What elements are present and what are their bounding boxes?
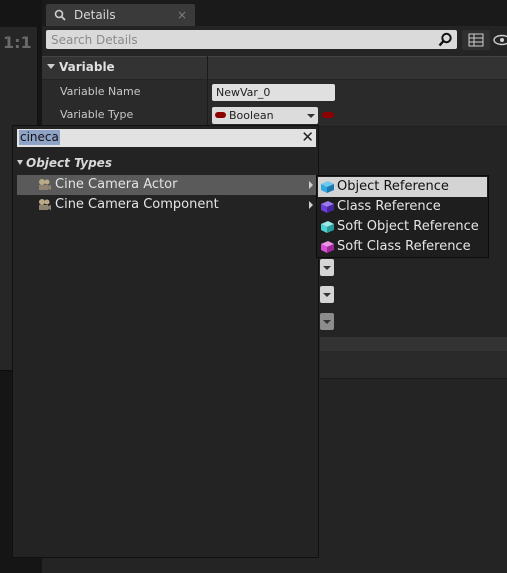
section-separator <box>320 337 507 351</box>
category-object-types[interactable]: Object Types <box>17 156 112 170</box>
clear-search-button[interactable]: ✕ <box>301 128 314 146</box>
category-label: Object Types <box>26 156 112 170</box>
eye-icon <box>493 34 507 46</box>
collapse-arrow-icon <box>47 64 55 69</box>
close-tab-button[interactable]: × <box>177 8 187 22</box>
menu-item-cine-camera-actor[interactable]: Cine Camera Actor <box>17 175 317 195</box>
submenu-item-label: Soft Object Reference <box>337 219 479 234</box>
variable-name-field[interactable]: NewVar_0 <box>212 84 335 101</box>
magnifier-icon <box>54 9 66 21</box>
type-search-value: cineca <box>19 130 60 145</box>
cine-camera-icon <box>39 179 51 190</box>
submenu-item-soft-class-reference[interactable]: Soft Class Reference <box>318 237 487 257</box>
dropdown-button[interactable] <box>320 286 334 303</box>
property-row <box>320 351 507 379</box>
search-details-bar <box>46 30 457 49</box>
property-label: Variable Name <box>60 85 141 98</box>
variable-type-combo[interactable]: Boolean <box>212 107 318 124</box>
property-label: Variable Type <box>60 108 134 121</box>
menu-item-cine-camera-component[interactable]: Cine Camera Component <box>17 195 317 215</box>
menu-item-label: Cine Camera Actor <box>55 177 178 192</box>
chevron-down-icon <box>323 320 331 324</box>
expand-arrow-icon <box>17 160 23 165</box>
property-matrix-button[interactable] <box>462 30 490 50</box>
type-search-field[interactable]: cineca ✕ <box>17 128 316 147</box>
boolean-pin-icon <box>215 112 226 118</box>
dropdown-button[interactable] <box>320 259 334 276</box>
view-options-button[interactable] <box>492 30 507 50</box>
chevron-down-icon <box>323 293 331 297</box>
soft-class-reference-icon <box>321 241 334 253</box>
submenu-item-label: Class Reference <box>337 199 441 214</box>
variable-type-value: Boolean <box>229 109 274 122</box>
grid-icon <box>468 33 484 47</box>
category-label: Variable <box>59 60 115 74</box>
submenu-item-soft-object-reference[interactable]: Soft Object Reference <box>318 217 487 237</box>
zoom-ratio-label: 1:1 <box>3 33 32 52</box>
search-icon[interactable] <box>438 32 453 47</box>
submenu-item-object-reference[interactable]: Object Reference <box>318 177 487 197</box>
submenu-item-label: Soft Class Reference <box>337 239 471 254</box>
tab-details[interactable]: Details × <box>46 4 195 26</box>
submenu-item-label: Object Reference <box>337 179 449 194</box>
soft-object-reference-icon <box>321 221 334 233</box>
submenu-arrow-icon <box>309 181 313 189</box>
cine-camera-component-icon <box>39 199 51 210</box>
submenu-arrow-icon <box>309 201 313 209</box>
chevron-down-icon <box>323 266 331 270</box>
search-details-input[interactable] <box>46 30 431 49</box>
tab-title: Details <box>74 8 116 22</box>
category-variable-header[interactable]: Variable <box>42 56 507 79</box>
class-reference-icon <box>321 201 334 213</box>
dropdown-button-disabled <box>320 313 334 330</box>
chevron-down-icon <box>307 114 315 118</box>
container-type-button[interactable] <box>322 112 334 118</box>
menu-item-label: Cine Camera Component <box>55 197 219 212</box>
object-reference-icon <box>321 181 334 193</box>
submenu-item-class-reference[interactable]: Class Reference <box>318 197 487 217</box>
